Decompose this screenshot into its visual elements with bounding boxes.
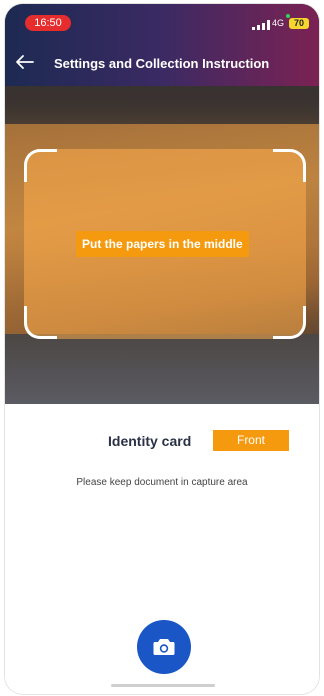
camera-icon: [153, 639, 175, 655]
status-bar: 16:50 4G 70: [5, 12, 319, 32]
capture-frame: Put the papers in the middle: [24, 149, 306, 339]
phone-screen: 16:50 4G 70 Settings and Collection Inst…: [5, 4, 319, 694]
capture-instruction: Please keep document in capture area: [76, 477, 248, 488]
capture-panel: Identity card Front Please keep document…: [5, 404, 319, 694]
arrow-left-icon[interactable]: [15, 54, 35, 70]
camera-preview-lower: [5, 334, 319, 404]
camera-in-use-dot: [286, 14, 290, 18]
frame-corner-bottom-left: [24, 306, 57, 339]
battery-indicator: 70: [289, 18, 309, 29]
network-type: 4G: [272, 18, 285, 28]
page-title: Settings and Collection Instruction: [54, 56, 270, 71]
document-side-badge: Front: [213, 430, 289, 451]
document-type-label: Identity card: [108, 433, 192, 449]
capture-button[interactable]: [137, 620, 191, 674]
status-time: 16:50: [25, 15, 71, 31]
home-indicator[interactable]: [111, 684, 215, 687]
app-header: 16:50 4G 70 Settings and Collection Inst…: [5, 4, 319, 86]
frame-corner-top-left: [24, 149, 57, 182]
frame-corner-top-right: [273, 149, 306, 182]
signal-icon: [252, 20, 270, 30]
frame-corner-bottom-right: [273, 306, 306, 339]
capture-hint: Put the papers in the middle: [76, 231, 249, 257]
